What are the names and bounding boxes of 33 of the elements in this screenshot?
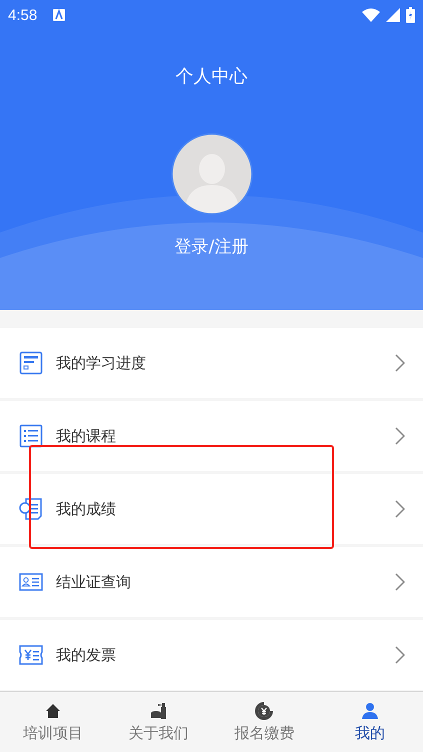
chevron-right-icon [395, 427, 405, 445]
menu-item[interactable]: 我的发票 [0, 620, 423, 690]
menu-label: 结业证查询 [56, 572, 132, 592]
menu-label: 我的发票 [56, 646, 117, 664]
ticket-icon [19, 643, 43, 667]
menu-item[interactable]: 我的学习进度 [0, 328, 423, 398]
menu-label: 我的课程 [56, 426, 117, 446]
signal-icon [386, 8, 400, 22]
menu-item[interactable]: 我的课程 [0, 401, 423, 471]
nav-tab[interactable]: 关于我们 [106, 692, 212, 752]
page-title: 个人中心 [176, 65, 248, 88]
notification-icon [53, 9, 66, 21]
nav-tab[interactable]: 报名缴费 [212, 692, 318, 752]
menu-label: 我的学习进度 [56, 354, 147, 372]
chevron-right-icon [395, 354, 405, 372]
chevron-right-icon [395, 573, 405, 591]
menu-item[interactable]: 我的成绩 [0, 474, 423, 544]
chevron-right-icon [395, 646, 405, 664]
list-icon [19, 424, 43, 448]
building-icon [148, 701, 169, 721]
status-time: 4:58 [8, 6, 38, 24]
yen-coin-icon [254, 701, 274, 721]
wifi-icon [362, 8, 380, 22]
nav-tab[interactable]: 培训项目 [0, 692, 106, 752]
battery-icon [406, 7, 415, 23]
user-icon [360, 701, 380, 721]
menu-item[interactable]: 结业证查询 [0, 547, 423, 617]
avatar-icon[interactable] [170, 133, 252, 215]
menu-label: 我的成绩 [56, 500, 117, 518]
report-icon [19, 497, 43, 521]
document-icon [19, 351, 43, 375]
chevron-right-icon [395, 500, 405, 518]
nav-tab[interactable]: 我的 [317, 692, 423, 752]
